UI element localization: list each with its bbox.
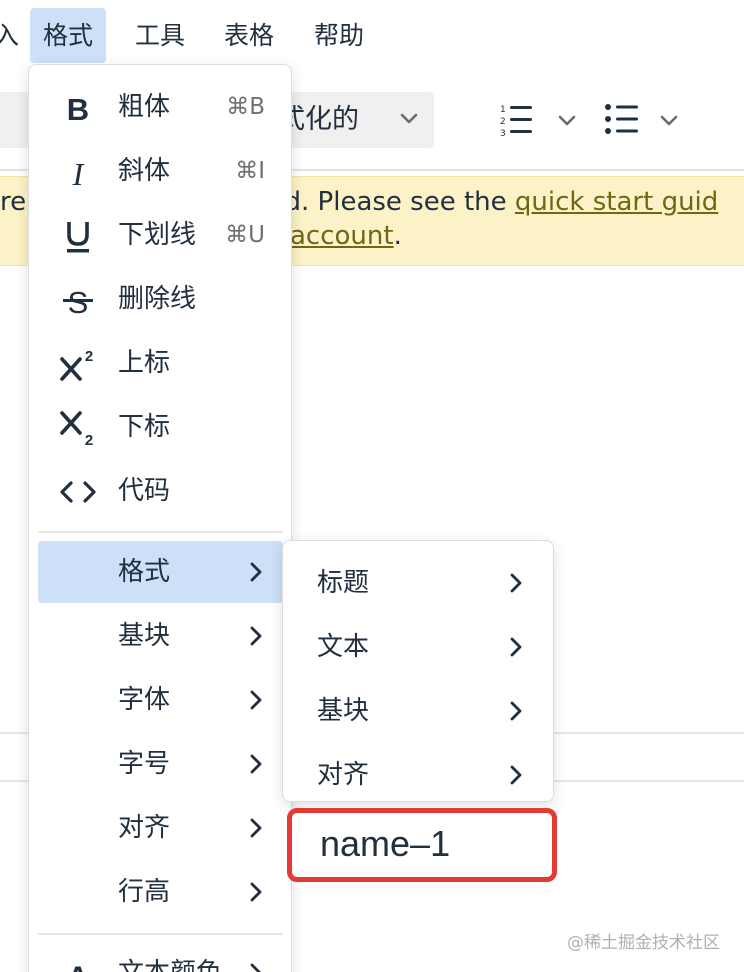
menu-item-formats[interactable]: 格式 <box>38 541 283 603</box>
format-menu: B 粗体 ⌘B I 斜体 ⌘I 下划线 ⌘U S 删除线 2 上标 2 下标 代… <box>28 64 292 972</box>
menu-item-superscript[interactable]: 2 上标 <box>38 332 283 394</box>
chevron-right-icon <box>510 765 522 785</box>
svg-text:3: 3 <box>500 129 506 138</box>
menu-item-label: 基块 <box>118 621 171 651</box>
svg-text:2: 2 <box>500 117 506 127</box>
code-icon <box>60 481 96 503</box>
menu-separator <box>38 933 283 935</box>
chevron-down-icon[interactable] <box>556 110 578 132</box>
menubar-insert[interactable]: 入 <box>0 8 19 63</box>
bold-icon: B <box>67 92 89 126</box>
menu-item-align[interactable]: 对齐 <box>38 797 283 859</box>
submenu-item-inline[interactable]: 文本 <box>283 615 553 679</box>
menu-item-blocks[interactable]: 基块 <box>38 605 283 667</box>
shortcut-label: ⌘U <box>225 222 265 248</box>
svg-text:2: 2 <box>85 348 93 365</box>
svg-text:2: 2 <box>85 432 93 446</box>
chevron-right-icon <box>250 818 262 838</box>
menubar-table[interactable]: 表格 <box>224 8 274 63</box>
text-color-icon: A <box>67 961 89 972</box>
submenu-item-label: 标题 <box>317 568 370 598</box>
menu-item-label: 粗体 <box>118 92 171 122</box>
chevron-down-icon[interactable] <box>658 110 680 132</box>
svg-text:I: I <box>72 156 85 190</box>
chevron-right-icon <box>510 637 522 657</box>
chevron-right-icon <box>250 963 261 972</box>
menubar: 入 格式 工具 表格 帮助 <box>0 0 744 68</box>
menu-item-label: 字号 <box>118 749 171 779</box>
menu-item-underline[interactable]: 下划线 ⌘U <box>38 204 283 266</box>
menubar-help[interactable]: 帮助 <box>314 8 364 63</box>
menubar-format[interactable]: 格式 <box>30 8 107 63</box>
menu-item-text-color[interactable]: A 文本颜色 <box>38 942 283 972</box>
submenu-item-blocks[interactable]: 基块 <box>283 679 553 743</box>
shortcut-label: ⌘I <box>235 158 265 184</box>
subscript-icon: 2 <box>60 411 93 446</box>
menu-item-label: 代码 <box>118 476 171 506</box>
menu-item-label: 文本颜色 <box>118 942 222 972</box>
superscript-icon: 2 <box>60 348 93 381</box>
menu-item-bold[interactable]: B 粗体 ⌘B <box>38 76 283 138</box>
custom-format-label: name–1 <box>320 823 451 864</box>
menu-item-label: 斜体 <box>118 156 171 186</box>
submenu-item-headings[interactable]: 标题 <box>283 551 553 615</box>
submenu-item-label: 文本 <box>317 632 370 662</box>
italic-icon: I <box>72 156 85 190</box>
svg-text:A: A <box>67 961 89 972</box>
menu-item-label: 格式 <box>118 557 171 587</box>
submenu-item-align[interactable]: 对齐 <box>283 743 553 801</box>
menu-item-code[interactable]: 代码 <box>38 460 283 522</box>
chevron-right-icon <box>250 754 262 774</box>
submenu-item-custom-format[interactable]: name–1 <box>287 808 557 882</box>
menu-item-label: 字体 <box>118 685 171 715</box>
menu-item-strikethrough[interactable]: S 删除线 <box>38 268 283 330</box>
chevron-right-icon <box>510 701 522 721</box>
submenu-item-label: 对齐 <box>317 760 370 790</box>
submenu-item-label: 基块 <box>317 696 370 726</box>
shortcut-label: ⌘B <box>226 94 265 120</box>
watermark: @稀土掘金技术社区 <box>567 933 720 953</box>
menubar-tools[interactable]: 工具 <box>135 8 185 63</box>
menu-item-label: 行高 <box>118 877 171 907</box>
menu-item-label: 下标 <box>118 412 171 442</box>
menu-item-font-family[interactable]: 字体 <box>38 669 283 731</box>
numbered-list-icon[interactable]: 1 2 3 <box>498 102 534 138</box>
menu-separator <box>38 531 283 533</box>
bullet-list-icon[interactable] <box>604 102 640 138</box>
chevron-right-icon <box>510 573 522 593</box>
chevron-right-icon <box>250 690 262 710</box>
account-link[interactable]: account <box>290 221 394 251</box>
menu-item-label: 删除线 <box>118 284 197 314</box>
underline-icon <box>67 222 89 253</box>
menu-item-font-size[interactable]: 字号 <box>38 733 283 795</box>
quick-start-link[interactable]: quick start guid <box>515 187 718 217</box>
block-format-select[interactable]: 式化的 <box>272 92 434 148</box>
chevron-right-icon <box>250 882 262 902</box>
menu-item-label: 下划线 <box>118 220 197 250</box>
notice-text: . <box>393 221 402 251</box>
menu-item-line-height[interactable]: 行高 <box>38 861 283 923</box>
formats-submenu: 标题 文本 基块 对齐 <box>282 540 554 802</box>
svg-text:B: B <box>67 92 89 126</box>
svg-text:1: 1 <box>500 105 506 115</box>
notice-text: re <box>0 187 27 217</box>
strikethrough-icon: S <box>63 285 93 318</box>
menu-item-label: 上标 <box>118 348 171 378</box>
menu-item-subscript[interactable]: 2 下标 <box>38 396 283 458</box>
chevron-right-icon <box>250 626 262 646</box>
menu-item-label: 对齐 <box>118 813 171 843</box>
menu-item-italic[interactable]: I 斜体 ⌘I <box>38 140 283 202</box>
chevron-right-icon <box>250 562 262 582</box>
chevron-down-icon <box>400 113 418 124</box>
